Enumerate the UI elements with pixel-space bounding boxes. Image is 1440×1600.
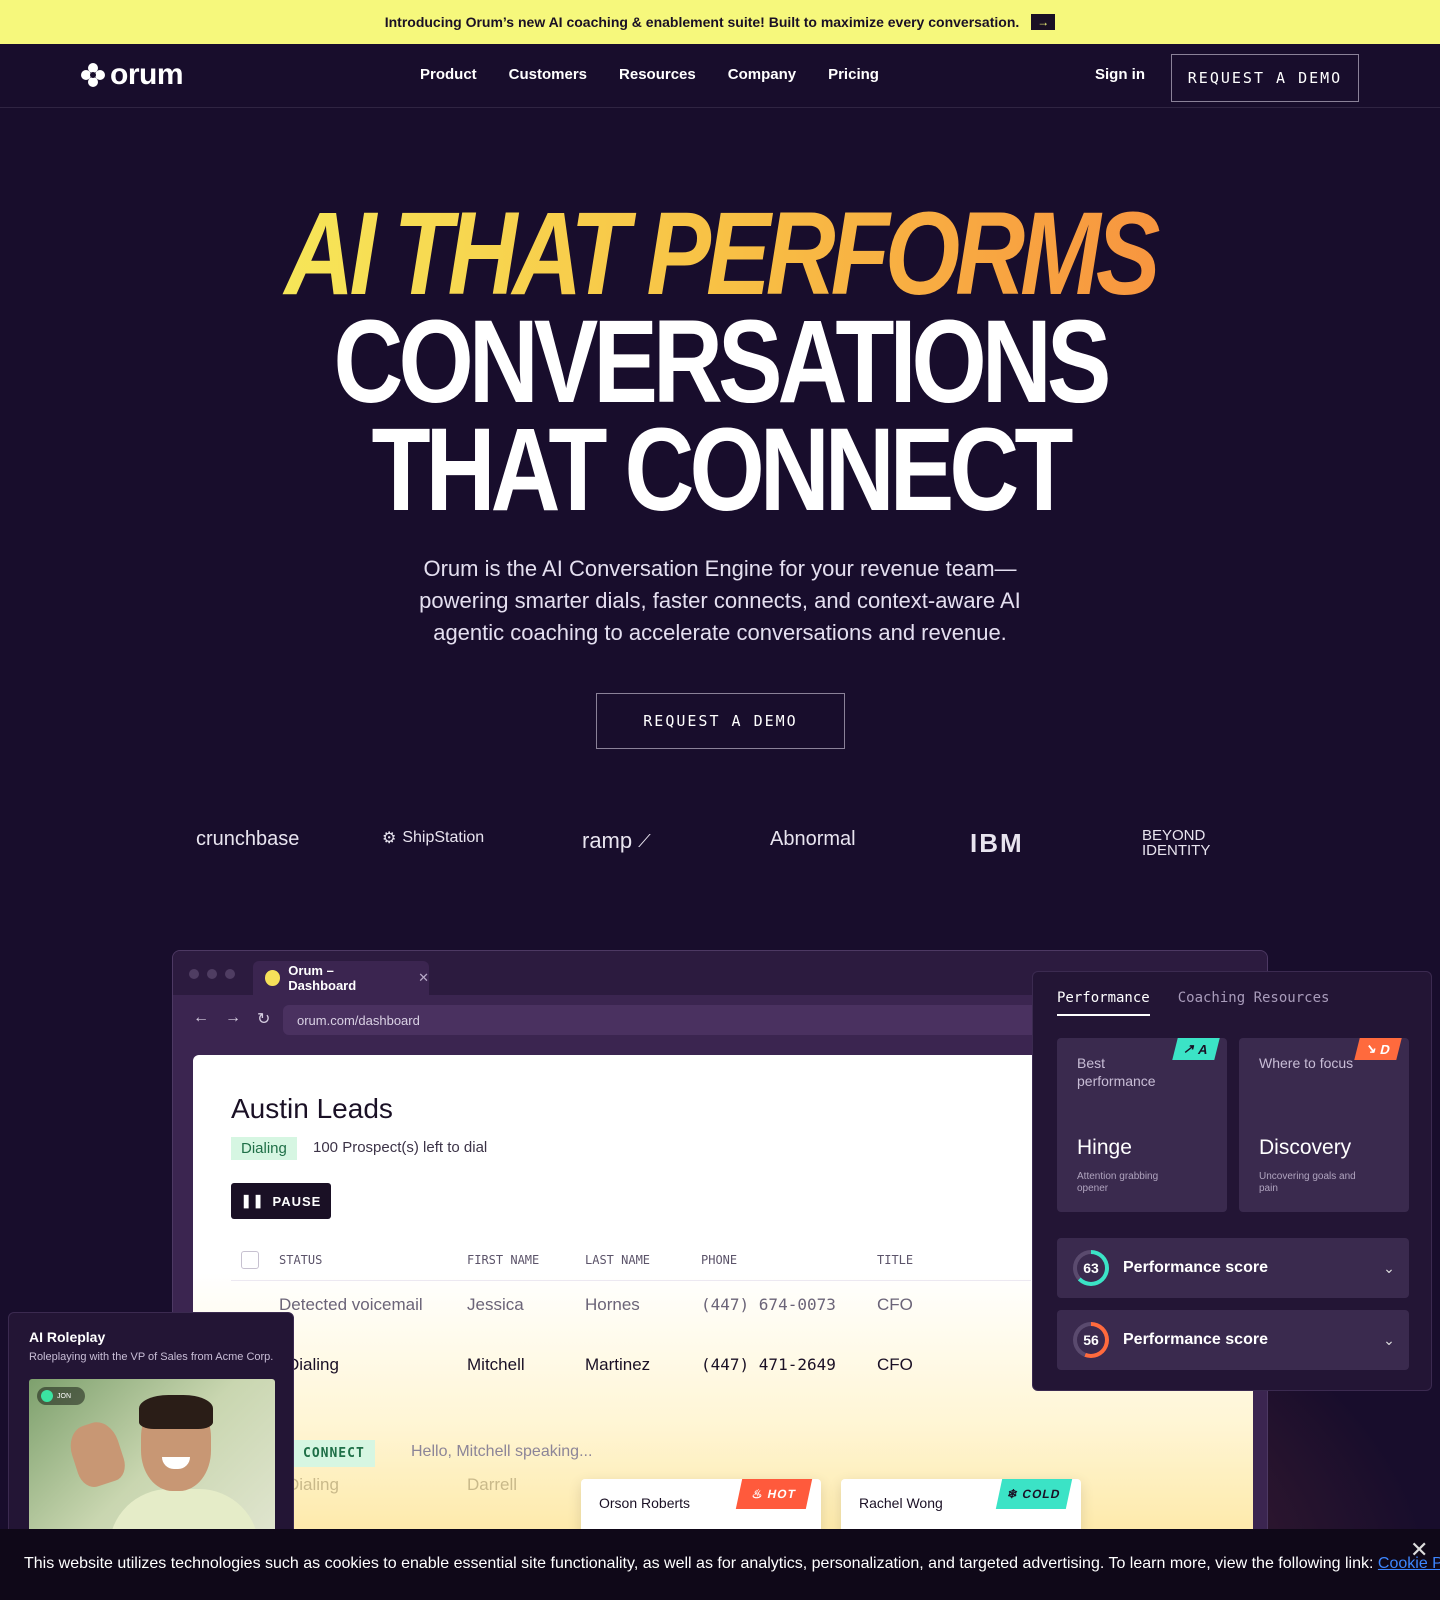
ramp-logo: ramp ⟋ <box>582 828 651 853</box>
arrow-right-icon[interactable]: → <box>1031 14 1056 30</box>
gear-icon: ⚙ <box>382 830 397 847</box>
tab-title: Orum – Dashboard <box>288 963 357 993</box>
best-performance-card[interactable]: ↗ A Best performance Hinge Attention gra… <box>1057 1038 1227 1212</box>
table-header: STATUS FIRST NAME LAST NAME PHONE TITLE <box>231 1251 1031 1281</box>
col-last-name: LAST NAME <box>585 1253 651 1267</box>
nav-company[interactable]: Company <box>728 66 796 83</box>
close-icon[interactable]: ✕ <box>418 970 429 986</box>
orum-flower-icon <box>81 63 105 87</box>
sign-in-link[interactable]: Sign in <box>1095 66 1145 83</box>
nav-pricing[interactable]: Pricing <box>828 66 879 83</box>
tab-performance[interactable]: Performance <box>1057 990 1150 1016</box>
focus-area-card[interactable]: ↘ D Where to focus Discovery Uncovering … <box>1239 1038 1409 1212</box>
orum-favicon-icon <box>265 970 281 986</box>
abnormal-logo: Abnormal <box>770 828 856 850</box>
nav-product[interactable]: Product <box>420 66 477 83</box>
nav-resources[interactable]: Resources <box>619 66 696 83</box>
chevron-down-icon[interactable]: ⌄ <box>1369 1332 1409 1349</box>
forward-icon[interactable]: → <box>225 1009 241 1029</box>
pause-button[interactable]: ❚❚ PAUSE <box>231 1183 331 1219</box>
hot-badge: ♨ HOT <box>735 1479 813 1509</box>
grade-badge: ↘ D <box>1354 1038 1402 1060</box>
ramp-mark-icon: ⟋ <box>638 830 651 851</box>
customer-logos: crunchbase ⚙ ShipStation ramp ⟋ Abnormal… <box>0 828 1440 868</box>
roleplay-subtitle: Roleplaying with the VP of Sales from Ac… <box>29 1351 274 1363</box>
col-status: STATUS <box>279 1253 323 1267</box>
performance-panel: Performance Coaching Resources ↗ A Best … <box>1032 971 1432 1391</box>
col-title: TITLE <box>877 1253 914 1267</box>
lead-name: Orson Roberts <box>599 1495 691 1511</box>
cookie-policy-link[interactable]: Cookie Policy <box>1378 1555 1440 1572</box>
score-ring: 63 <box>1073 1250 1109 1286</box>
ibm-logo: IBM <box>970 828 1024 858</box>
refresh-icon[interactable]: ↻ <box>257 1009 270 1029</box>
nav-links: Product Customers Resources Company Pric… <box>420 66 879 83</box>
pause-icon: ❚❚ <box>240 1193 265 1208</box>
connect-badge: CONNECT <box>293 1440 375 1467</box>
cookie-banner: This website utilizes technologies such … <box>0 1529 1440 1600</box>
hero-subtitle: Orum is the AI Conversation Engine for y… <box>419 556 1021 645</box>
flame-icon: ♨ <box>750 1487 766 1501</box>
shipstation-logo: ⚙ ShipStation <box>382 829 485 847</box>
performance-tabs: Performance Coaching Resources <box>1057 990 1329 1016</box>
announcement-banner[interactable]: Introducing Orum’s new AI coaching & ena… <box>0 0 1440 44</box>
top-nav: orum Product Customers Resources Company… <box>0 44 1440 108</box>
dialing-status-badge: Dialing <box>231 1137 297 1160</box>
hero-request-demo-button[interactable]: REQUEST A DEMO <box>596 693 845 749</box>
table-row[interactable]: Detected voicemail Jessica Hornes (447) … <box>231 1295 1031 1351</box>
transcript-line: Hello, Mitchell speaking... <box>411 1443 593 1460</box>
announcement-text: Introducing Orum’s new AI coaching & ena… <box>384 14 1020 30</box>
snowflake-icon: ❄ <box>1005 1487 1021 1501</box>
grade-badge: ↗ A <box>1172 1038 1220 1060</box>
list-title: Austin Leads <box>231 1093 393 1124</box>
tab-coaching-resources[interactable]: Coaching Resources <box>1178 990 1330 1016</box>
roleplay-title: AI Roleplay <box>29 1329 106 1345</box>
crunchbase-logo: crunchbase <box>196 828 300 850</box>
cookie-text: This website utilizes technologies such … <box>24 1555 1378 1572</box>
window-controls <box>189 969 235 979</box>
lead-name: Rachel Wong <box>859 1495 943 1511</box>
microphone-icon <box>41 1390 53 1402</box>
back-icon[interactable]: ← <box>193 1009 209 1029</box>
nav-customers[interactable]: Customers <box>509 66 587 83</box>
close-icon[interactable]: ✕ <box>1410 1537 1428 1563</box>
hero-line-2: CONVERSATIONS <box>333 296 1112 428</box>
speaker-tag: JON <box>37 1387 85 1405</box>
col-phone: PHONE <box>701 1253 738 1267</box>
request-demo-button[interactable]: REQUEST A DEMO <box>1171 54 1359 102</box>
hero-line-3: THAT CONNECT <box>371 404 1073 536</box>
performance-score-row[interactable]: 56 Performance score ⌄ <box>1057 1310 1409 1370</box>
browser-tab[interactable]: Orum – Dashboard ✕ <box>253 961 429 995</box>
table-row[interactable]: Dialing Mitchell Martinez (447) 471-2649… <box>231 1355 1031 1411</box>
beyond-identity-logo: BEYOND IDENTITY <box>1142 827 1211 859</box>
select-all-checkbox[interactable] <box>241 1251 259 1269</box>
logo-text: orum <box>110 58 184 91</box>
col-first-name: FIRST NAME <box>467 1253 540 1267</box>
hero-line-1: AI THAT PERFORMS <box>130 195 1311 313</box>
hero-headline: AI THAT PERFORMS CONVERSATIONS THAT CONN… <box>0 195 1440 536</box>
performance-score-row[interactable]: 63 Performance score ⌄ <box>1057 1238 1409 1298</box>
cold-badge: ❄ COLD <box>995 1479 1073 1509</box>
score-ring: 56 <box>1073 1322 1109 1358</box>
chevron-down-icon[interactable]: ⌄ <box>1369 1260 1409 1277</box>
orum-logo[interactable]: orum <box>80 58 184 92</box>
prospects-count: 100 Prospect(s) left to dial <box>313 1139 488 1156</box>
